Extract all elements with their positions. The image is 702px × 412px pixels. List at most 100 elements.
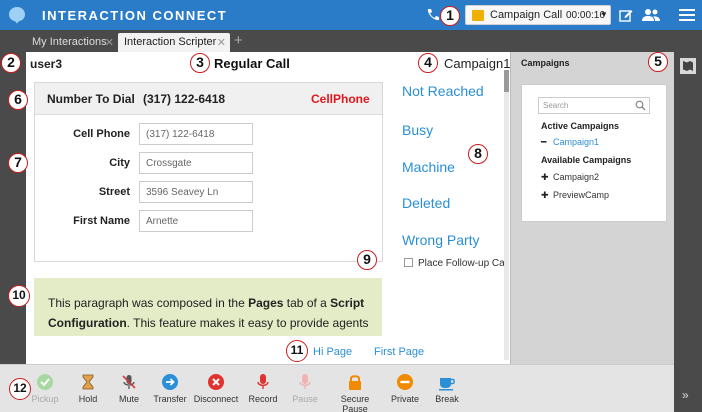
- page-link-hi-page[interactable]: Hi Page: [313, 346, 352, 358]
- tool-label: Pause: [292, 394, 318, 404]
- field-row-first-name: First Name: [35, 210, 382, 234]
- callout-4: 4: [418, 53, 438, 73]
- callout-12: 12: [9, 378, 31, 400]
- campaign-call-chip[interactable]: Campaign Call 00:00:16 ▼: [465, 5, 611, 25]
- field-row-city: City: [35, 152, 382, 176]
- campaign-item-campaign1[interactable]: ━ Campaign1: [541, 137, 599, 148]
- cell-phone-field[interactable]: [139, 123, 253, 145]
- secure-pause-button[interactable]: Secure Pause: [327, 373, 383, 412]
- first-name-field[interactable]: [139, 210, 253, 232]
- user-label: user3: [30, 57, 63, 71]
- tool-label: Disconnect: [193, 394, 239, 404]
- plus-icon: ✚: [541, 172, 549, 182]
- scrollbar[interactable]: [504, 70, 509, 360]
- chevron-down-icon[interactable]: ▼: [600, 10, 608, 19]
- field-row-street: Street: [35, 181, 382, 205]
- script-page: user3 Regular Call Campaign1 Number To D…: [26, 52, 511, 364]
- close-circle-icon: [208, 374, 224, 390]
- scrollbar-thumb[interactable]: [504, 70, 509, 92]
- phone-icon[interactable]: [425, 7, 441, 23]
- tool-label: Secure Pause: [340, 394, 370, 412]
- tab-label: Interaction Scripter: [124, 36, 217, 48]
- paragraph-text: This paragraph was composed in the: [48, 296, 249, 310]
- tool-label: Record: [248, 394, 278, 404]
- phone-type[interactable]: CellPhone: [311, 92, 370, 106]
- paragraph-bold: Pages: [248, 296, 284, 310]
- pause-button[interactable]: Pause: [277, 373, 333, 404]
- paragraph-text: . This feature makes it easy to provide …: [126, 316, 369, 330]
- callout-1: 1: [440, 6, 460, 26]
- callout-11: 11: [286, 340, 308, 362]
- tool-label: Private: [390, 394, 419, 404]
- dial-panel: Number To Dial (317) 122-6418 CellPhone …: [34, 82, 383, 262]
- callout-9: 9: [357, 250, 377, 270]
- city-field[interactable]: [139, 152, 253, 174]
- call-chip-label: Campaign Call: [490, 9, 563, 21]
- people-icon[interactable]: [641, 7, 661, 23]
- available-campaigns-heading: Available Campaigns: [541, 155, 632, 165]
- chevrons-right-icon[interactable]: »: [682, 388, 689, 402]
- plus-icon: ✚: [541, 190, 549, 200]
- paragraph-text: tab of a: [283, 296, 331, 310]
- page-link-first-page[interactable]: First Page: [374, 346, 424, 358]
- callout-5: 5: [648, 52, 668, 72]
- hourglass-icon: [82, 374, 94, 390]
- field-label: City: [109, 157, 130, 169]
- tool-label: Break: [435, 394, 459, 404]
- call-control-toolbar: Pickup Hold Mute Transfer Disconnect Rec…: [0, 364, 674, 412]
- campaign-call-icon: [472, 10, 484, 21]
- tab-my-interactions[interactable]: My Interactions ✕: [26, 33, 118, 52]
- map-icon[interactable]: [680, 58, 696, 74]
- right-rail: »: [674, 52, 702, 412]
- number-to-dial: (317) 122-6418: [143, 92, 226, 106]
- microphone-icon: [299, 374, 311, 389]
- close-icon[interactable]: ✕: [217, 36, 226, 49]
- tab-bar: My Interactions ✕ Interaction Scripter ✕…: [0, 30, 702, 52]
- tool-label: Mute: [118, 394, 139, 404]
- campaigns-title: Campaigns: [521, 58, 570, 68]
- campaign-item-campaign2[interactable]: ✚ Campaign2: [541, 172, 599, 183]
- disposition-busy[interactable]: Busy: [402, 122, 433, 138]
- call-type: Regular Call: [214, 56, 290, 71]
- campaign-item-previewcamp[interactable]: ✚ PreviewCamp: [541, 190, 609, 201]
- disposition-deleted[interactable]: Deleted: [402, 195, 450, 211]
- callout-7: 7: [8, 153, 28, 173]
- field-label: Street: [98, 186, 130, 198]
- campaign-label: Campaign1: [553, 137, 600, 147]
- arrow-right-circle-icon: [162, 374, 178, 390]
- disposition-not-reached[interactable]: Not Reached: [402, 83, 484, 99]
- break-button[interactable]: Break: [419, 373, 475, 404]
- tab-label: My Interactions: [32, 36, 107, 48]
- coffee-cup-icon: [439, 378, 455, 391]
- microphone-icon: [257, 374, 269, 389]
- app-logo-icon: [9, 7, 25, 24]
- close-icon[interactable]: ✕: [105, 36, 114, 49]
- checkbox[interactable]: [404, 258, 413, 267]
- tool-label: Transfer: [153, 394, 187, 404]
- search-placeholder: Search: [543, 101, 569, 110]
- minus-circle-icon: [397, 374, 413, 390]
- campaigns-panel: Campaigns Search Active Campaigns ━ Campa…: [510, 52, 674, 364]
- search-icon[interactable]: [635, 100, 646, 111]
- script-paragraph: This paragraph was composed in the Pages…: [34, 278, 382, 336]
- minus-icon: ━: [541, 137, 547, 147]
- follow-up-checkbox[interactable]: Place Follow-up Call: [404, 258, 509, 269]
- follow-up-label: Place Follow-up Call: [418, 258, 510, 269]
- disposition-machine[interactable]: Machine: [402, 159, 455, 175]
- street-field[interactable]: [139, 181, 253, 203]
- check-circle-icon: [37, 374, 53, 390]
- lock-icon: [349, 375, 361, 390]
- edit-icon[interactable]: [618, 7, 634, 23]
- callout-2: 2: [1, 53, 21, 73]
- number-to-dial-label: Number To Dial: [47, 92, 135, 106]
- hamburger-menu-icon[interactable]: [678, 6, 696, 24]
- tool-label: Hold: [78, 394, 98, 404]
- disposition-wrong-party[interactable]: Wrong Party: [402, 232, 480, 248]
- tab-interaction-scripter[interactable]: Interaction Scripter ✕: [118, 33, 230, 52]
- disposition-list: Not Reached Busy Machine Deleted Wrong P…: [402, 52, 502, 282]
- add-tab-icon[interactable]: +: [234, 32, 243, 49]
- campaign-search-input[interactable]: Search: [538, 97, 650, 114]
- callout-10: 10: [8, 285, 30, 307]
- field-label: First Name: [73, 215, 130, 227]
- callout-6: 6: [8, 90, 28, 110]
